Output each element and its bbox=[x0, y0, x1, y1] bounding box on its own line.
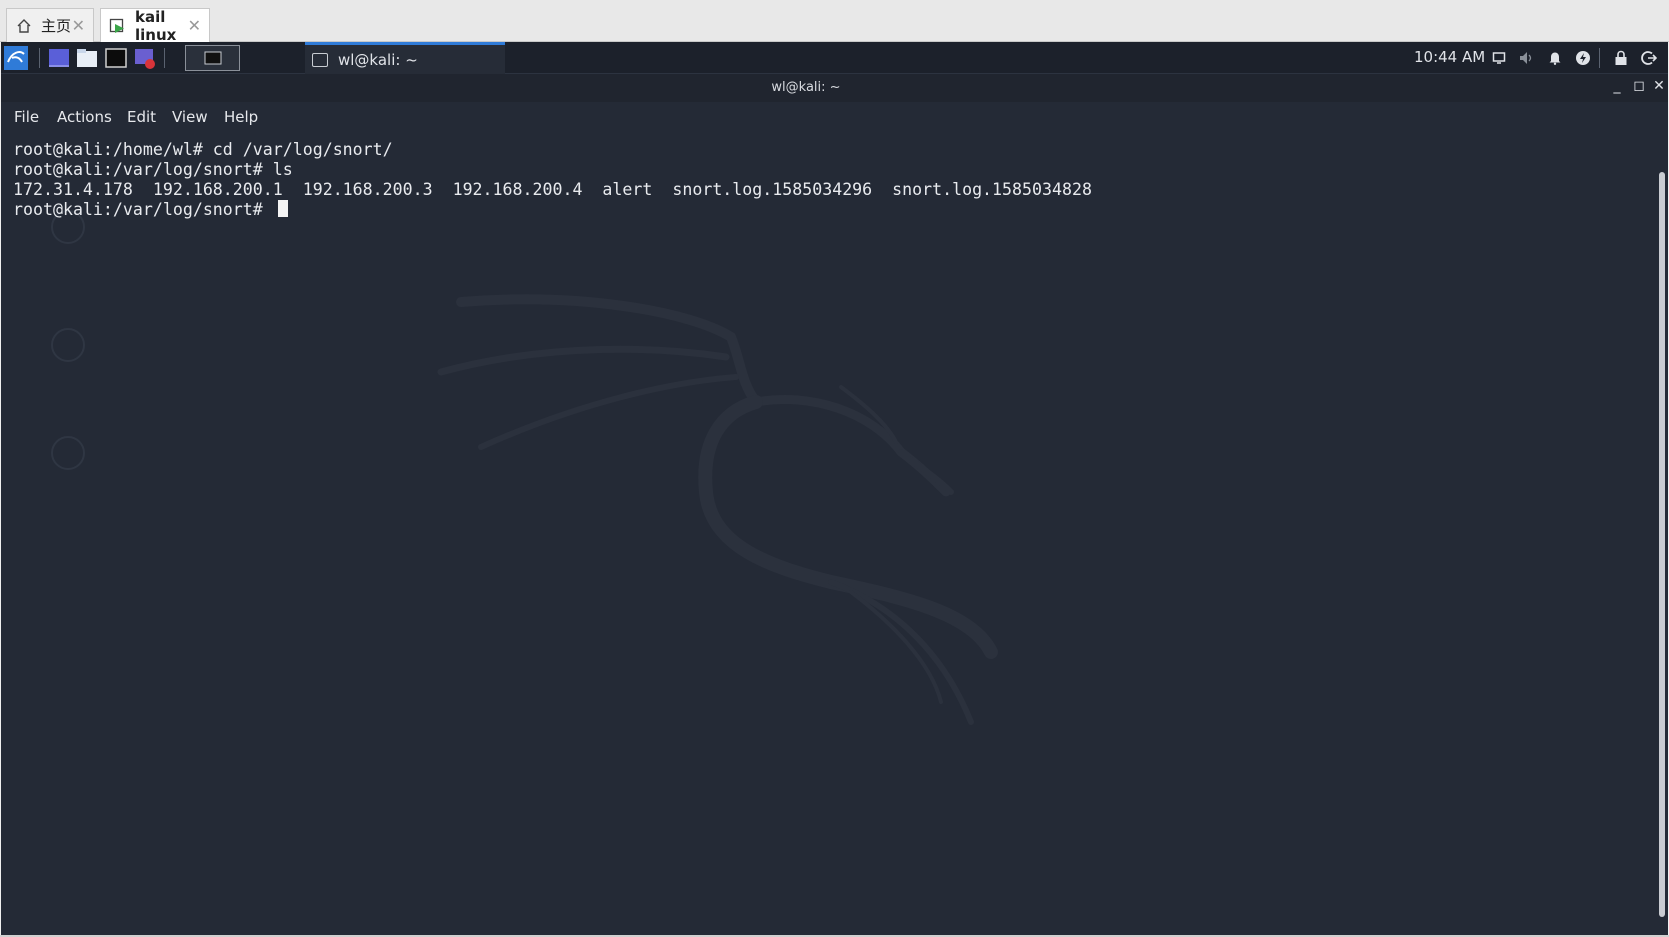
clock[interactable]: 10:44 AM bbox=[1414, 48, 1485, 66]
display-icon[interactable] bbox=[1491, 50, 1507, 66]
terminal-line: 172.31.4.178 192.168.200.1 192.168.200.3… bbox=[13, 180, 1092, 199]
taskbar-item-label: wl@kali: ~ bbox=[338, 50, 418, 69]
terminal-window-icon bbox=[312, 52, 328, 67]
top-panel: wl@kali: ~ 10:44 AM bbox=[1, 42, 1668, 74]
panel-separator bbox=[164, 48, 165, 68]
menu-file[interactable]: File bbox=[14, 108, 39, 126]
lock-icon[interactable] bbox=[1613, 50, 1629, 66]
panel-separator bbox=[39, 48, 40, 68]
close-button[interactable]: ✕ bbox=[1651, 78, 1667, 94]
terminal-area[interactable]: root@kali:/home/wl# cd /var/log/snort/ro… bbox=[1, 132, 1651, 935]
logout-icon[interactable] bbox=[1641, 50, 1657, 66]
screen-recorder-icon[interactable] bbox=[133, 46, 157, 70]
terminal-line: root@kali:/var/log/snort# ls bbox=[13, 160, 293, 179]
host-tab-kail-linux[interactable]: kail linux ✕ bbox=[100, 8, 210, 44]
terminal-icon[interactable] bbox=[104, 46, 128, 70]
window-title: wl@kali: ~ bbox=[771, 80, 841, 95]
panel-separator bbox=[1599, 48, 1600, 68]
terminal-scrollbar[interactable] bbox=[1659, 172, 1665, 917]
kali-menu-icon[interactable] bbox=[4, 46, 28, 70]
home-icon bbox=[15, 17, 33, 35]
terminal-titlebar[interactable]: wl@kali: ~ _ ◻ ✕ bbox=[1, 74, 1668, 102]
close-icon[interactable]: ✕ bbox=[72, 16, 85, 35]
terminal-menubar: File Actions Edit View Help bbox=[1, 102, 1668, 132]
terminal-prompt: root@kali:/var/log/snort# bbox=[13, 200, 273, 219]
vm-screen: wl@kali: ~ 10:44 AM wl@kali: ~ _ ◻ ✕ Fil… bbox=[1, 42, 1668, 935]
desktop-icon[interactable] bbox=[47, 46, 71, 70]
power-manager-icon[interactable] bbox=[1575, 50, 1591, 66]
host-tab-label: 主页 bbox=[41, 17, 72, 35]
text-cursor bbox=[277, 200, 288, 217]
notification-bell-icon[interactable] bbox=[1547, 50, 1563, 66]
workspace-switcher[interactable] bbox=[185, 45, 240, 71]
vm-icon bbox=[109, 17, 127, 35]
terminal-line: root@kali:/home/wl# cd /var/log/snort/ bbox=[13, 140, 393, 159]
menu-help[interactable]: Help bbox=[224, 108, 258, 126]
terminal-output: root@kali:/home/wl# cd /var/log/snort/ro… bbox=[13, 140, 1092, 220]
host-tab-bar: 主页 ✕ kail linux ✕ bbox=[0, 0, 1669, 44]
file-manager-icon[interactable] bbox=[75, 46, 99, 70]
taskbar-item-terminal[interactable]: wl@kali: ~ bbox=[305, 42, 505, 74]
maximize-button[interactable]: ◻ bbox=[1631, 78, 1647, 94]
menu-view[interactable]: View bbox=[172, 108, 208, 126]
host-tab-home[interactable]: 主页 ✕ bbox=[6, 8, 94, 42]
close-icon[interactable]: ✕ bbox=[188, 16, 201, 35]
terminal-prompt-line: root@kali:/var/log/snort# bbox=[13, 200, 1092, 220]
menu-actions[interactable]: Actions bbox=[57, 108, 112, 126]
volume-icon[interactable] bbox=[1519, 50, 1535, 66]
minimize-button[interactable]: _ bbox=[1609, 78, 1625, 94]
menu-edit[interactable]: Edit bbox=[127, 108, 156, 126]
